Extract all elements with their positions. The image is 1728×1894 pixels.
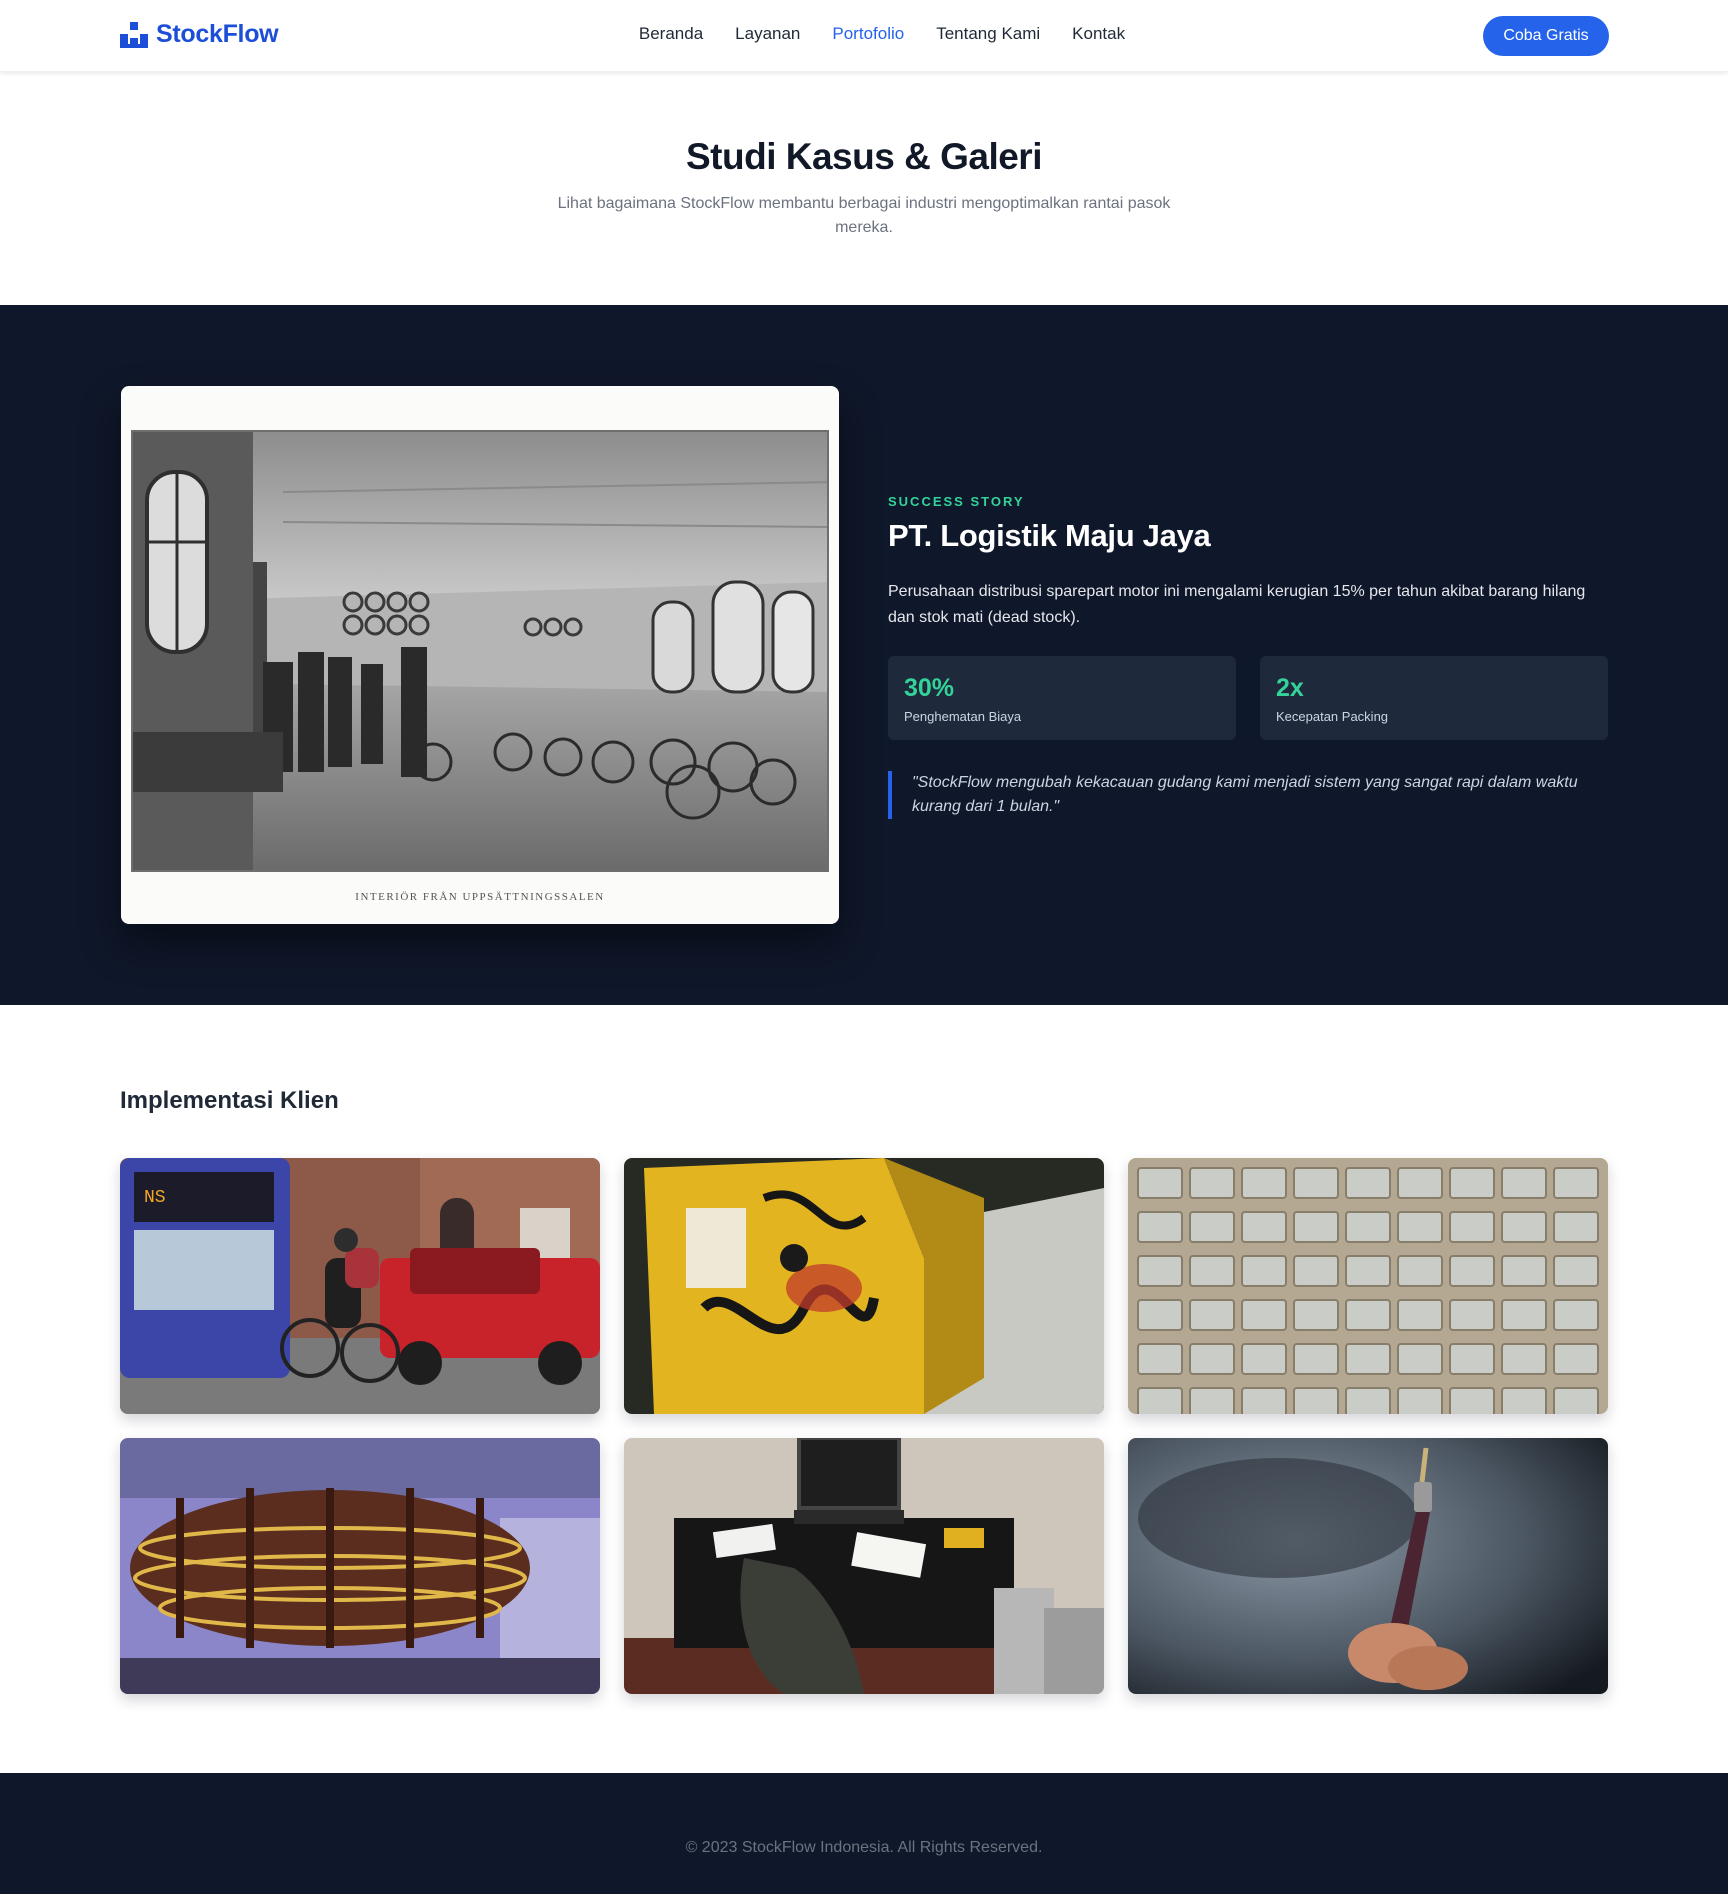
gallery-image-audio-jack[interactable]	[1128, 1438, 1608, 1694]
site-footer: © 2023 StockFlow Indonesia. All Rights R…	[0, 1773, 1728, 1894]
photo-caption: INTERIÖR FRÅN UPPSÄTTNINGSSALEN	[355, 891, 605, 903]
page-title: Studi Kasus & Galeri	[686, 136, 1043, 177]
gallery-image-cluttered-desk[interactable]	[624, 1438, 1104, 1694]
case-study-description: Perusahaan distribusi sparepart motor in…	[888, 583, 1586, 626]
nav-link-layanan[interactable]: Layanan	[735, 24, 800, 44]
nav-link-portofolio[interactable]: Portofolio	[832, 24, 904, 44]
hero-section: Studi Kasus & Galeri Lihat bagaimana Sto…	[0, 72, 1728, 305]
nav-link-kontak[interactable]: Kontak	[1072, 24, 1125, 44]
gallery-image-yellow-box[interactable]	[624, 1158, 1104, 1414]
gallery-image-tram-cyclist[interactable]: NS	[120, 1158, 600, 1414]
case-study-title: PT. Logistik Maju Jaya	[888, 518, 1211, 553]
success-story-label: SUCCESS STORY	[888, 494, 1025, 509]
case-study-section: INTERIÖR FRÅN UPPSÄTTNINGSSALEN SUCCESS …	[0, 305, 1728, 1005]
nav-link-tentang-kami[interactable]: Tentang Kami	[936, 24, 1040, 44]
stat-value: 30%	[904, 674, 955, 702]
gallery-title: Implementasi Klien	[120, 1087, 339, 1114]
gallery-image-mall-sculpture[interactable]	[120, 1438, 600, 1694]
testimonial-quote: "StockFlow mengubah kekacauan gudang kam…	[888, 771, 1610, 819]
page-subtitle: Lihat bagaimana StockFlow membantu berba…	[557, 195, 1171, 236]
stat-value: 2x	[1276, 674, 1304, 702]
site-header: StockFlow Beranda Layanan Portofolio Ten…	[0, 0, 1728, 72]
gallery-image-storage-drawers[interactable]	[1128, 1158, 1608, 1414]
case-study-photo: INTERIÖR FRÅN UPPSÄTTNINGSSALEN	[121, 386, 839, 924]
stat-label: Kecepatan Packing	[1276, 709, 1389, 724]
nav-link-beranda[interactable]: Beranda	[639, 24, 703, 44]
stat-card-packing-speed: 2x Kecepatan Packing	[1260, 656, 1608, 740]
main-nav: Beranda Layanan Portofolio Tentang Kami …	[0, 24, 1728, 44]
workshop-photo-image	[131, 430, 829, 872]
try-free-button[interactable]: Coba Gratis	[1483, 16, 1609, 56]
stat-card-cost-savings: 30% Penghematan Biaya	[888, 656, 1236, 740]
svg-text:NS: NS	[144, 1188, 166, 1208]
stat-label: Penghematan Biaya	[904, 709, 1022, 724]
footer-copyright: © 2023 StockFlow Indonesia. All Rights R…	[685, 1839, 1043, 1856]
